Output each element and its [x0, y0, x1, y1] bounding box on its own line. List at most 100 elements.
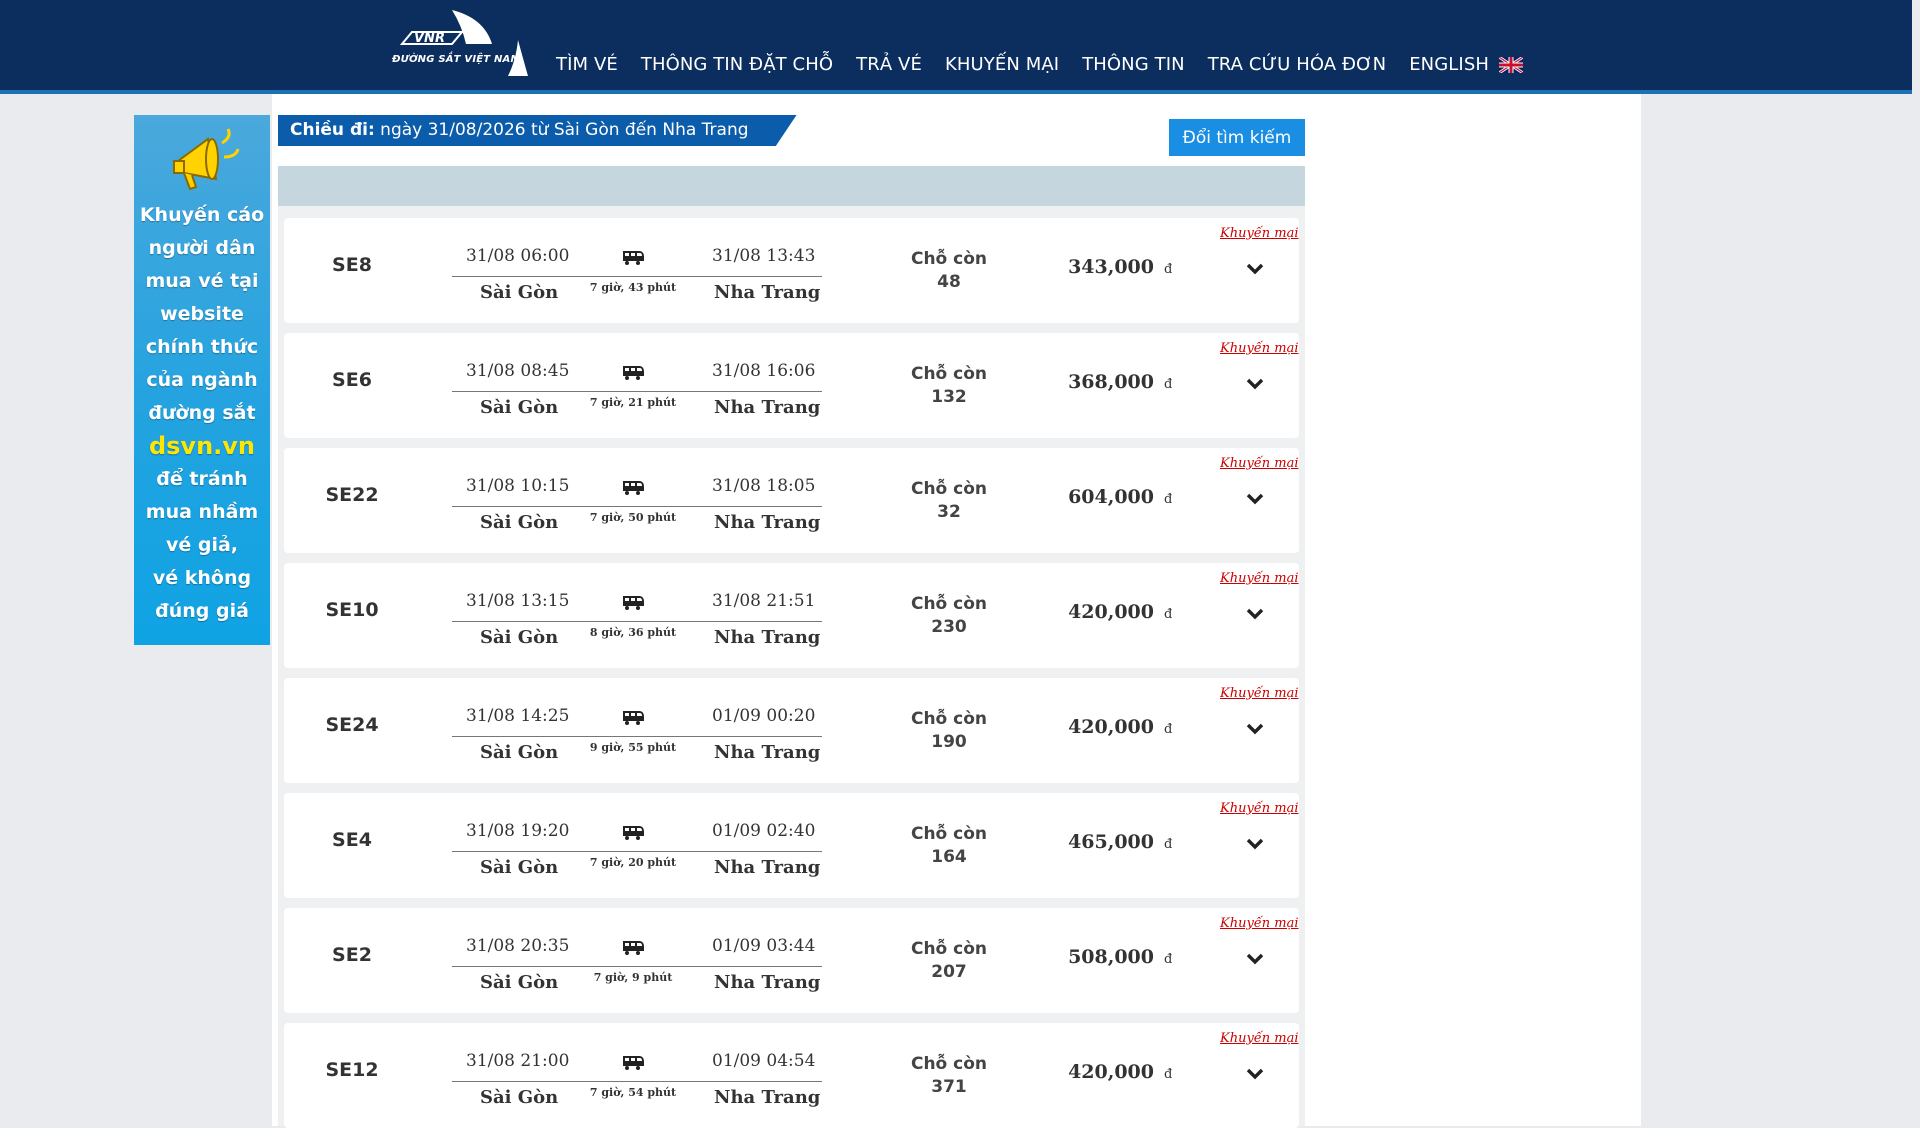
train-code: SE6	[332, 369, 372, 391]
departure-station: Sài Gòn	[480, 972, 559, 993]
chevron-down-icon[interactable]	[1246, 722, 1264, 736]
seats-label: Chỗ còn	[910, 364, 988, 384]
promo-link[interactable]: Khuyến mại	[1220, 226, 1299, 241]
promo-link[interactable]: Khuyến mại	[1220, 341, 1299, 356]
seats-label: Chỗ còn	[910, 594, 988, 614]
train-row[interactable]: SE24 31/08 14:25 01/09 00:20 Sài Gòn 9 g…	[284, 678, 1299, 783]
arrival-time: 31/08 13:43	[712, 246, 816, 266]
nav-thong-tin-dat-cho[interactable]: THÔNG TIN ĐẶT CHỖ	[641, 54, 833, 75]
banner-line: đúng giá	[155, 600, 249, 622]
train-code: SE22	[325, 484, 379, 506]
train-row[interactable]: SE10 31/08 13:15 31/08 21:51 Sài Gòn 8 g…	[284, 563, 1299, 668]
arrival-time: 01/09 02:40	[712, 821, 816, 841]
arrival-time: 31/08 18:05	[712, 476, 816, 496]
currency: đ	[1164, 377, 1173, 392]
chevron-down-icon[interactable]	[1246, 492, 1264, 506]
banner-line: website	[160, 303, 244, 325]
departure-station: Sài Gòn	[480, 627, 559, 648]
warning-banner[interactable]: Khuyến cáo người dân mua vé tại website …	[134, 115, 270, 645]
banner-line: vé không	[152, 567, 252, 589]
route-divider	[452, 506, 822, 507]
arrival-station: Nha Trang	[714, 512, 821, 533]
departure-time: 31/08 14:25	[466, 706, 570, 726]
route-divider	[452, 851, 822, 852]
chevron-down-icon[interactable]	[1246, 262, 1264, 276]
train-row[interactable]: SE12 31/08 21:00 01/09 04:54 Sài Gòn 7 g…	[284, 1023, 1299, 1128]
promo-link[interactable]: Khuyến mại	[1220, 801, 1299, 816]
train-row[interactable]: SE22 31/08 10:15 31/08 18:05 Sài Gòn 7 g…	[284, 448, 1299, 553]
route-label: Chiều đi:	[290, 120, 375, 140]
arrival-time: 31/08 16:06	[712, 361, 816, 381]
top-header: VNR ĐƯỜNG SẮT VIỆT NAM TÌM VÉ THÔNG TIN …	[0, 0, 1912, 94]
logo-text: ĐƯỜNG SẮT VIỆT NAM	[392, 54, 521, 65]
price: 368,000	[1068, 371, 1154, 393]
promo-link[interactable]: Khuyến mại	[1220, 686, 1299, 701]
train-code: SE10	[325, 599, 379, 621]
nav-tim-ve[interactable]: TÌM VÉ	[556, 54, 618, 75]
duration: 7 giờ, 9 phút	[593, 971, 673, 984]
nav-tra-ve[interactable]: TRẢ VÉ	[856, 54, 922, 75]
departure-time: 31/08 06:00	[466, 246, 570, 266]
route-divider	[452, 276, 822, 277]
seats-count: 164	[931, 847, 967, 867]
promo-link[interactable]: Khuyến mại	[1220, 916, 1299, 931]
arrival-station: Nha Trang	[714, 857, 821, 878]
arrival-time: 01/09 04:54	[712, 1051, 816, 1071]
seats-count: 132	[931, 387, 967, 407]
arrival-time: 01/09 03:44	[712, 936, 816, 956]
seats-label: Chỗ còn	[910, 709, 988, 729]
seats-label: Chỗ còn	[910, 824, 988, 844]
train-icon	[623, 826, 644, 840]
duration: 7 giờ, 43 phút	[589, 281, 677, 294]
route-divider	[452, 621, 822, 622]
banner-highlight: dsvn.vn	[148, 432, 256, 460]
arrival-time: 31/08 21:51	[712, 591, 816, 611]
route-divider	[452, 391, 822, 392]
train-row[interactable]: SE2 31/08 20:35 01/09 03:44 Sài Gòn 7 gi…	[284, 908, 1299, 1013]
chevron-down-icon[interactable]	[1246, 1067, 1264, 1081]
change-search-button[interactable]: Đổi tìm kiếm	[1169, 119, 1305, 156]
vnr-logo-icon[interactable]: VNR	[392, 4, 528, 76]
duration: 7 giờ, 21 phút	[589, 396, 677, 409]
seats-count: 48	[937, 272, 961, 292]
banner-line: chính thức	[145, 336, 259, 358]
departure-station: Sài Gòn	[480, 397, 559, 418]
price: 420,000	[1068, 1061, 1154, 1083]
banner-line: mua nhầm	[145, 501, 259, 523]
promo-link[interactable]: Khuyến mại	[1220, 571, 1299, 586]
train-row[interactable]: SE4 31/08 19:20 01/09 02:40 Sài Gòn 7 gi…	[284, 793, 1299, 898]
train-row[interactable]: SE6 31/08 08:45 31/08 16:06 Sài Gòn 7 gi…	[284, 333, 1299, 438]
promo-link[interactable]: Khuyến mại	[1220, 456, 1299, 471]
arrival-station: Nha Trang	[714, 1087, 821, 1108]
chevron-down-icon[interactable]	[1246, 377, 1264, 391]
departure-time: 31/08 13:15	[466, 591, 570, 611]
arrival-station: Nha Trang	[714, 282, 821, 303]
banner-line: để tránh	[156, 468, 248, 490]
duration: 8 giờ, 36 phút	[589, 626, 677, 639]
route-divider	[452, 966, 822, 967]
uk-flag-icon	[1499, 57, 1523, 73]
nav-khuyen-mai[interactable]: KHUYẾN MẠI	[945, 54, 1059, 75]
currency: đ	[1164, 1067, 1173, 1082]
duration: 9 giờ, 55 phút	[589, 741, 677, 754]
right-gap	[1912, 0, 1920, 1126]
train-row[interactable]: SE8 31/08 06:00 31/08 13:43 Sài Gòn 7 gi…	[284, 218, 1299, 323]
chevron-down-icon[interactable]	[1246, 837, 1264, 851]
duration: 7 giờ, 54 phút	[589, 1086, 677, 1099]
price: 465,000	[1068, 831, 1154, 853]
promo-link[interactable]: Khuyến mại	[1220, 1031, 1299, 1046]
nav-english[interactable]: ENGLISH	[1409, 54, 1523, 75]
duration: 7 giờ, 50 phút	[589, 511, 677, 524]
price: 508,000	[1068, 946, 1154, 968]
nav-tra-cuu-hoa-don[interactable]: TRA CỨU HÓA ĐƠN	[1208, 54, 1387, 75]
currency: đ	[1164, 722, 1173, 737]
seats-label: Chỗ còn	[910, 939, 988, 959]
currency: đ	[1164, 837, 1173, 852]
departure-station: Sài Gòn	[480, 742, 559, 763]
departure-station: Sài Gòn	[480, 512, 559, 533]
chevron-down-icon[interactable]	[1246, 952, 1264, 966]
chevron-down-icon[interactable]	[1246, 607, 1264, 621]
banner-text: Khuyến cáo người dân mua vé tại website …	[134, 199, 270, 628]
nav-thong-tin[interactable]: THÔNG TIN	[1082, 54, 1185, 75]
route-divider	[452, 736, 822, 737]
